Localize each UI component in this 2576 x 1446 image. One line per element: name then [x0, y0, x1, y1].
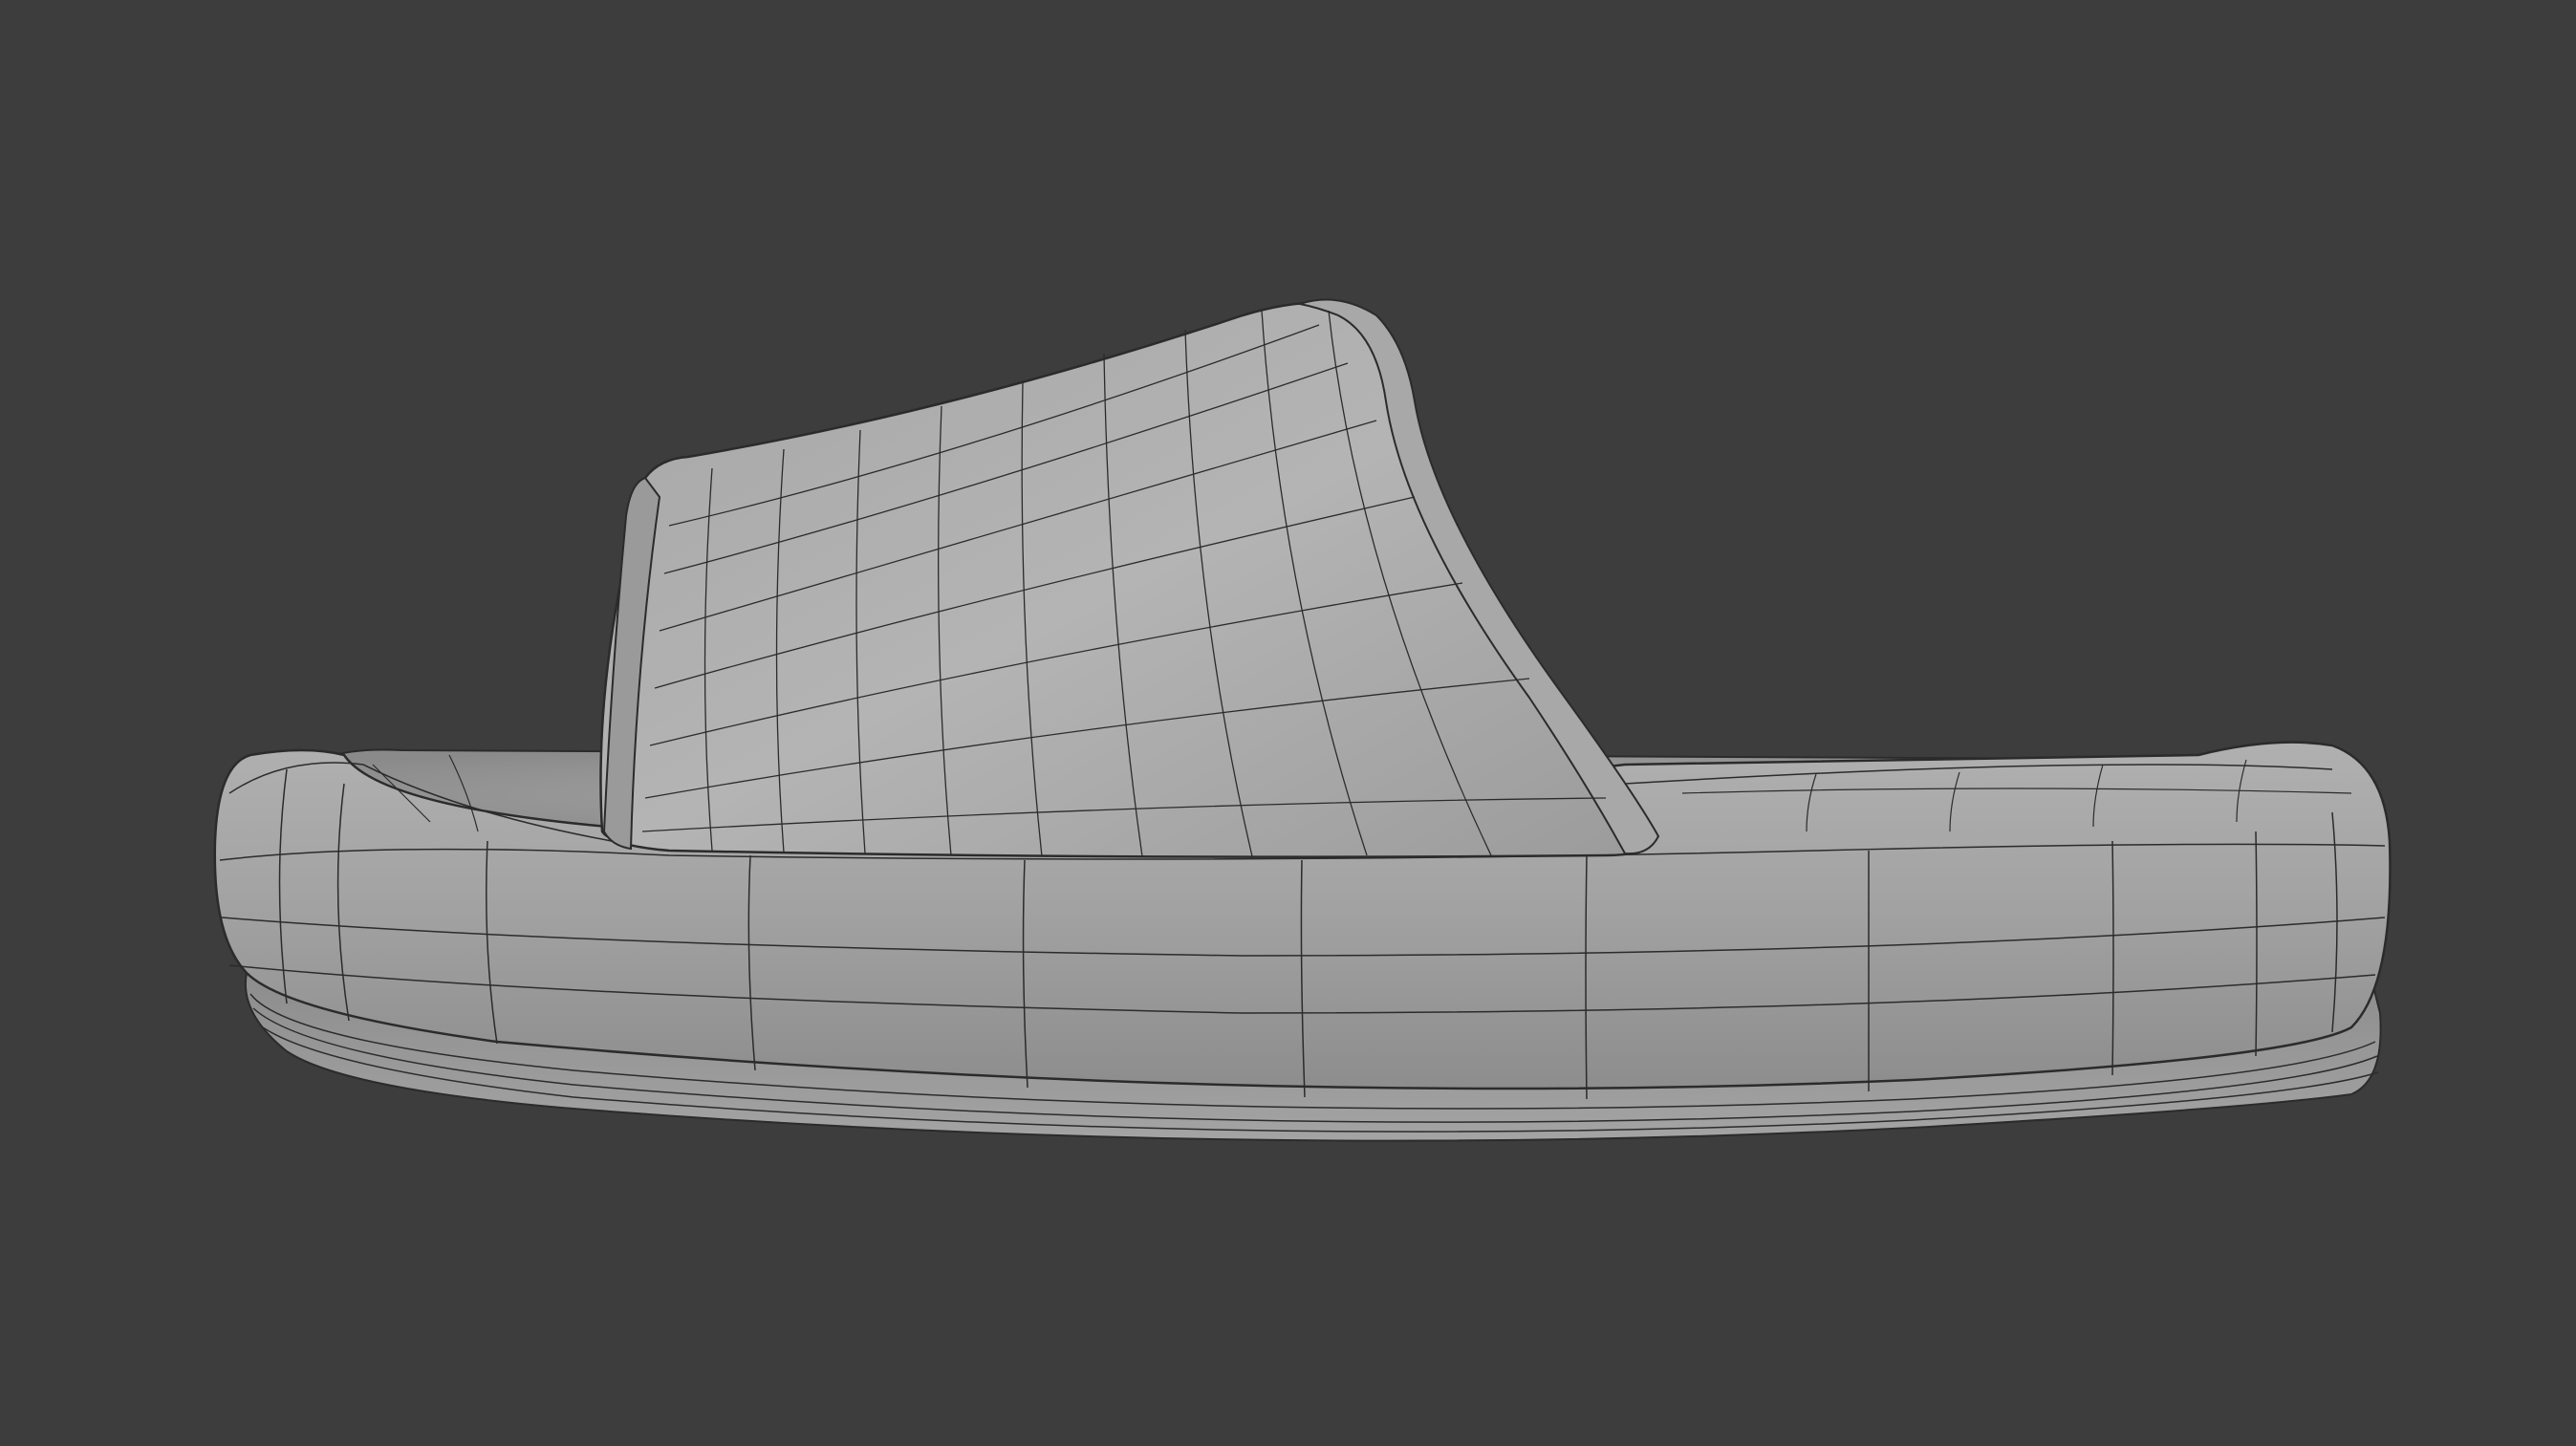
strap: [599, 301, 1656, 858]
sandal-model[interactable]: [0, 0, 2576, 1446]
3d-viewport[interactable]: [0, 0, 2576, 1446]
